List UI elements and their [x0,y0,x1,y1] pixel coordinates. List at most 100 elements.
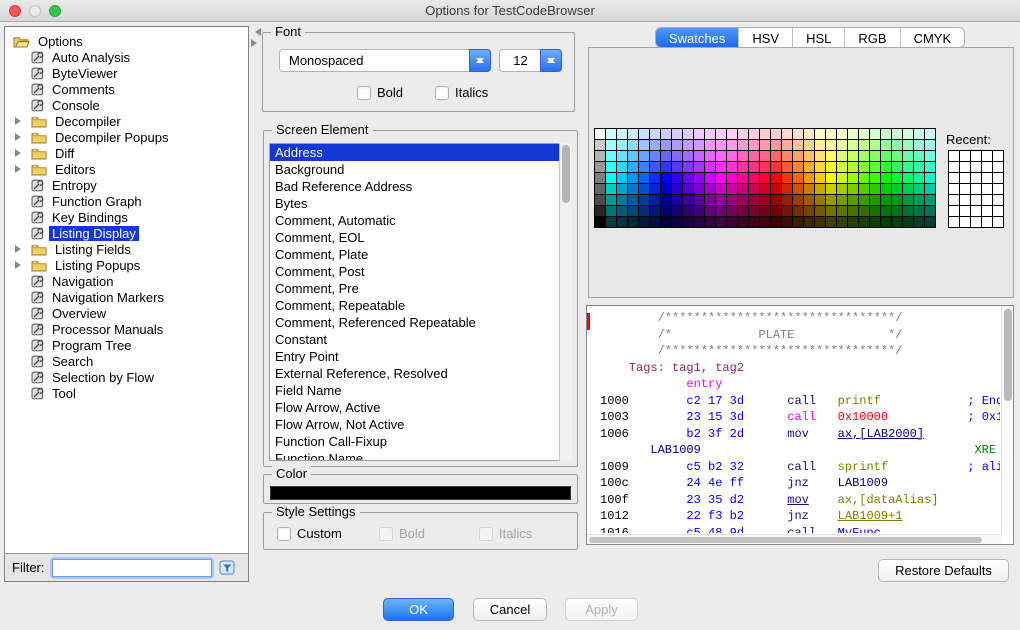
swatch-cell[interactable] [595,162,605,172]
swatch-cell[interactable] [661,217,671,227]
swatch-cell[interactable] [639,129,649,139]
swatch-cell[interactable] [914,173,924,183]
swatch-cell[interactable] [628,184,638,194]
swatch-cell[interactable] [683,151,693,161]
swatch-cell[interactable] [914,162,924,172]
swatch-cell[interactable] [595,195,605,205]
tree-item[interactable]: Listing Popups [5,257,248,273]
font-family-combo[interactable]: Monospaced [279,49,491,72]
screen-element-item[interactable]: Flow Arrow, Active [270,399,571,416]
swatch-cell[interactable] [870,140,880,150]
swatch-cell[interactable] [705,162,715,172]
swatch-cell[interactable] [771,129,781,139]
swatch-cell[interactable] [771,206,781,216]
swatch-cell[interactable] [870,173,880,183]
swatch-cell[interactable] [859,162,869,172]
listing-vertical-scrollbar[interactable] [1001,306,1013,535]
swatch-cell[interactable] [815,206,825,216]
swatch-cell[interactable] [694,206,704,216]
listing-horizontal-scrollbar[interactable] [587,534,1001,544]
swatch-cell[interactable] [749,173,759,183]
swatch-cell[interactable] [628,217,638,227]
swatch-cell[interactable] [749,162,759,172]
swatch-cell[interactable] [804,162,814,172]
swatch-cell[interactable] [683,140,693,150]
swatch-cell[interactable] [925,195,935,205]
recent-swatch-cell[interactable] [949,184,959,194]
swatch-cell[interactable] [727,129,737,139]
swatch-cell[interactable] [672,140,682,150]
expand-arrow-icon[interactable] [13,149,31,157]
swatch-cell[interactable] [716,162,726,172]
swatch-cell[interactable] [683,217,693,227]
swatch-cell[interactable] [914,151,924,161]
swatch-cell[interactable] [826,184,836,194]
swatch-cell[interactable] [859,173,869,183]
tab-swatches[interactable]: Swatches [656,28,738,47]
swatch-cell[interactable] [914,206,924,216]
swatch-cell[interactable] [617,151,627,161]
swatch-cell[interactable] [826,140,836,150]
swatch-cell[interactable] [815,162,825,172]
swatch-cell[interactable] [606,184,616,194]
swatch-cell[interactable] [771,184,781,194]
swatch-cell[interactable] [903,195,913,205]
swatch-cell[interactable] [793,129,803,139]
swatch-cell[interactable] [881,184,891,194]
swatch-cell[interactable] [727,217,737,227]
swatch-cell[interactable] [606,129,616,139]
swatch-cell[interactable] [650,129,660,139]
swatch-cell[interactable] [815,195,825,205]
swatch-cell[interactable] [903,129,913,139]
screen-element-item[interactable]: Field Name [270,382,571,399]
swatch-cell[interactable] [892,162,902,172]
screen-element-item[interactable]: Comment, Referenced Repeatable [270,314,571,331]
swatch-cell[interactable] [870,151,880,161]
swatch-cell[interactable] [914,195,924,205]
collapse-left-icon[interactable] [251,28,261,36]
swatch-cell[interactable] [859,206,869,216]
tree-item[interactable]: Program Tree [5,337,248,353]
recent-swatch-cell[interactable] [982,206,992,216]
swatch-cell[interactable] [650,140,660,150]
swatch-cell[interactable] [892,140,902,150]
swatch-cell[interactable] [716,129,726,139]
recent-swatch-cell[interactable] [949,195,959,205]
swatch-cell[interactable] [617,217,627,227]
swatch-cell[interactable] [738,140,748,150]
font-italics-checkbox[interactable]: Italics [435,85,488,100]
screen-element-item[interactable]: Comment, Post [270,263,571,280]
swatch-cell[interactable] [903,162,913,172]
custom-style-checkbox[interactable]: Custom [277,526,342,541]
swatch-cell[interactable] [804,195,814,205]
swatch-cell[interactable] [837,162,847,172]
swatch-cell[interactable] [837,184,847,194]
swatch-cell[interactable] [782,140,792,150]
swatch-cell[interactable] [870,184,880,194]
swatch-cell[interactable] [749,129,759,139]
recent-swatch-cell[interactable] [971,162,981,172]
swatch-cell[interactable] [705,173,715,183]
swatch-cell[interactable] [771,162,781,172]
swatch-cell[interactable] [771,173,781,183]
swatch-cell[interactable] [694,162,704,172]
swatch-cell[interactable] [606,195,616,205]
recent-swatch-cell[interactable] [982,173,992,183]
swatch-cell[interactable] [793,173,803,183]
swatch-cell[interactable] [826,151,836,161]
swatch-cell[interactable] [727,173,737,183]
swatch-cell[interactable] [650,162,660,172]
screen-element-item[interactable]: Flow Arrow, Not Active [270,416,571,433]
swatch-cell[interactable] [881,195,891,205]
recent-swatch-cell[interactable] [993,173,1003,183]
swatch-cell[interactable] [826,162,836,172]
swatch-cell[interactable] [738,217,748,227]
tree-item[interactable]: Comments [5,81,248,97]
swatch-cell[interactable] [881,173,891,183]
swatch-cell[interactable] [804,217,814,227]
swatch-cell[interactable] [672,184,682,194]
swatch-cell[interactable] [705,140,715,150]
swatch-cell[interactable] [705,129,715,139]
swatch-cell[interactable] [815,184,825,194]
swatch-cell[interactable] [782,184,792,194]
